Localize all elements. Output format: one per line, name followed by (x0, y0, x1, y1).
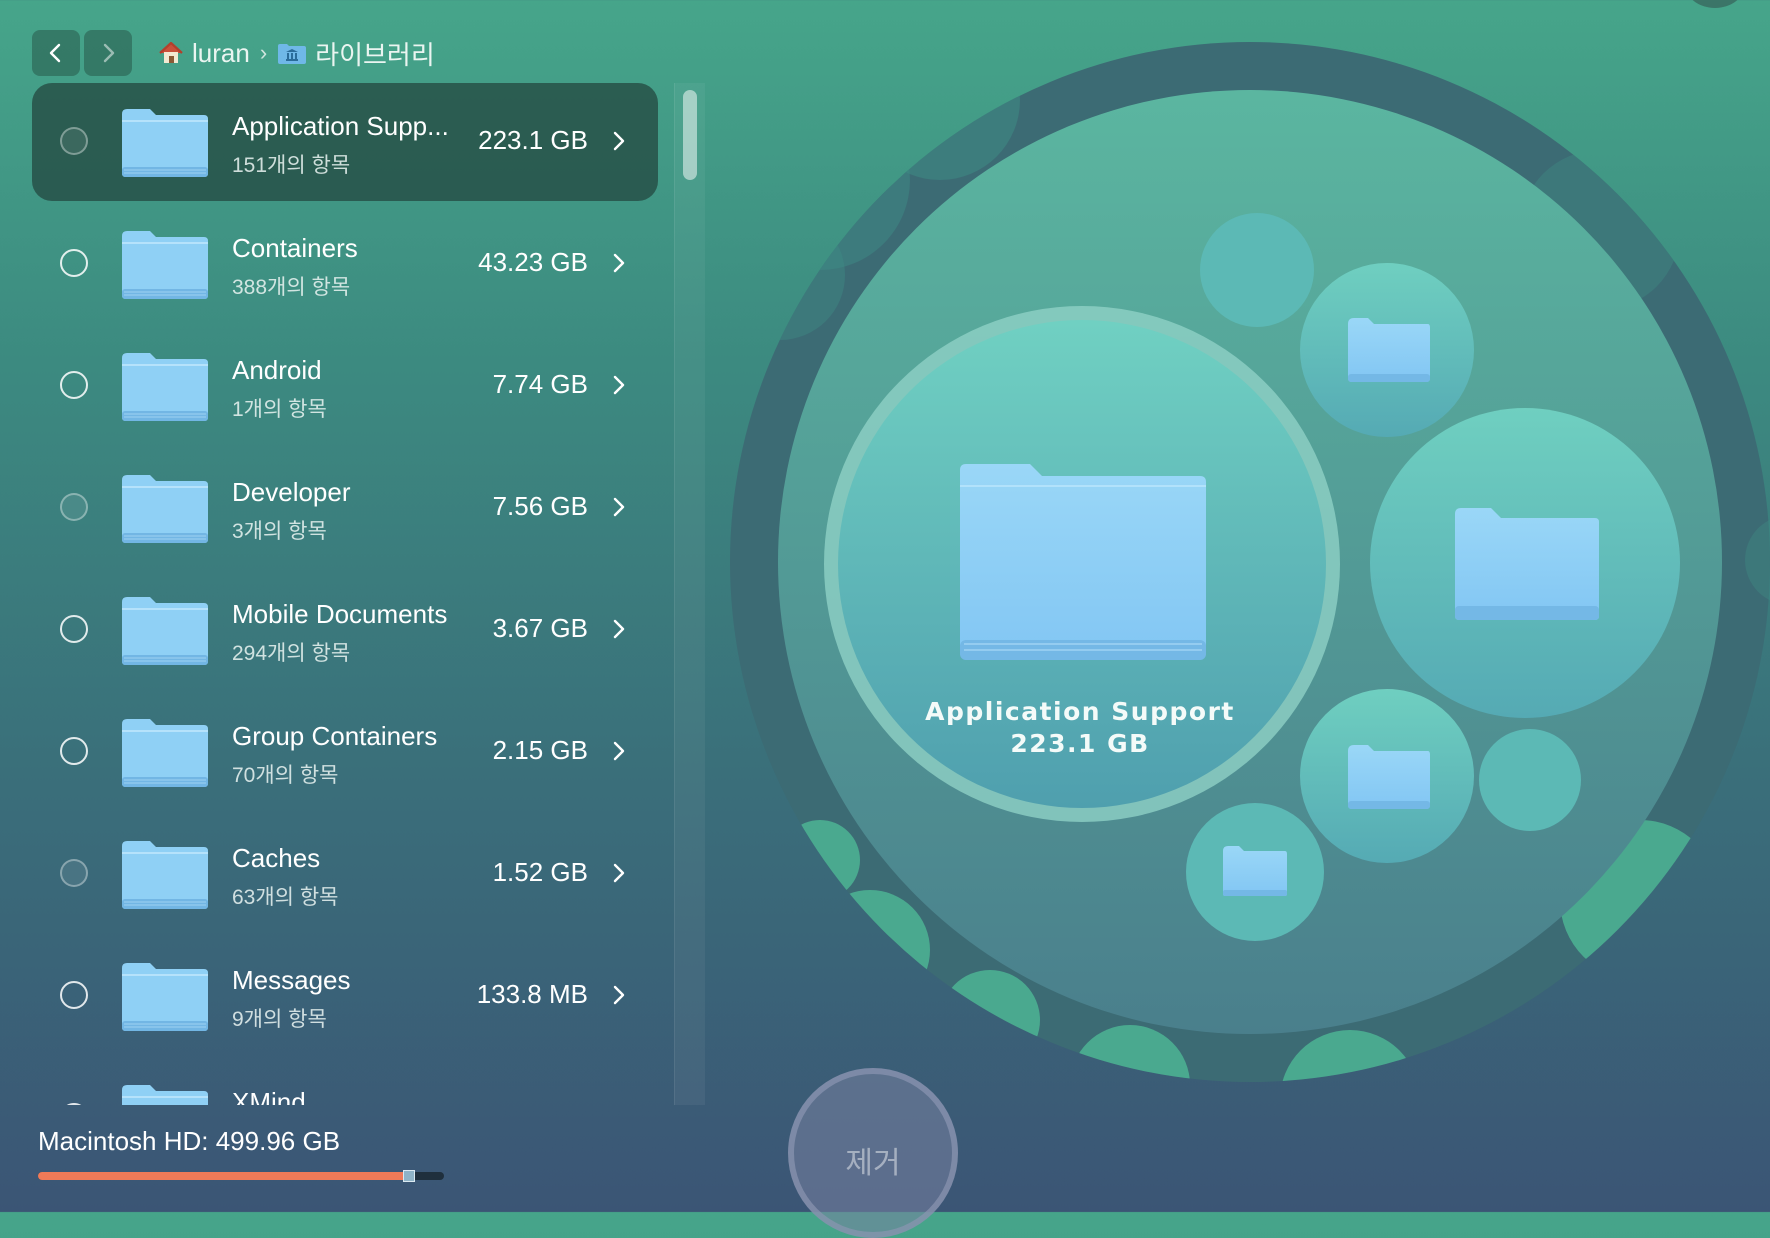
select-radio[interactable] (60, 249, 88, 277)
center-bubble-size: 223.1 GB (1010, 729, 1150, 758)
bubble-small-5[interactable] (1479, 729, 1581, 831)
folder-row[interactable]: Application Supp... 151개의 항목 223.1 GB (32, 83, 658, 201)
chevron-right-icon[interactable] (612, 373, 626, 397)
folder-row[interactable]: Group Containers 70개의 항목 2.15 GB (32, 693, 658, 811)
folder-icon (122, 1085, 208, 1105)
folder-icon (122, 719, 208, 787)
folder-size: 7.74 GB (492, 369, 588, 399)
folder-size: 1.52 GB (492, 857, 588, 887)
folder-icon (122, 231, 208, 299)
edge-bubble (1745, 519, 1770, 601)
folder-name: Developer (232, 477, 351, 507)
folder-item-count: 63개의 항목 (232, 886, 339, 909)
chevron-right-icon[interactable] (612, 739, 626, 763)
chevron-right-icon[interactable] (612, 861, 626, 885)
folder-item-count: 3개의 항목 (232, 520, 327, 543)
folder-row[interactable]: Developer 3개의 항목 7.56 GB (32, 449, 658, 567)
chevron-left-icon (49, 43, 61, 63)
bubble-folder-3[interactable] (1370, 408, 1680, 718)
folder-item-count: 388개의 항목 (232, 276, 351, 299)
bubble-folder-2[interactable] (1300, 263, 1474, 437)
folder-row[interactable]: Android 1개의 항목 7.74 GB (32, 327, 658, 445)
breadcrumb-separator: › (259, 40, 268, 65)
forward-button[interactable] (84, 30, 132, 76)
center-bubble-label: Application Support 223.1 GB (880, 696, 1280, 760)
folder-icon (122, 475, 208, 543)
folder-item-count: 1개의 항목 (232, 398, 327, 421)
select-radio[interactable] (60, 615, 88, 643)
folder-name: Group Containers (232, 721, 438, 751)
folder-item-count: 9개의 항목 (232, 1008, 327, 1031)
folder-icon (122, 353, 208, 421)
breadcrumb: luran › 라이브러리 (158, 35, 435, 72)
center-folder-icon (960, 464, 1206, 660)
folder-name: Application Supp... (232, 111, 449, 141)
back-button[interactable] (32, 30, 80, 76)
bubble-folder-6[interactable] (1186, 803, 1324, 941)
folder-row[interactable]: XMind (32, 1059, 658, 1105)
folder-icon (1223, 846, 1287, 896)
chevron-right-icon[interactable] (612, 251, 626, 275)
folder-list: Application Supp... 151개의 항목 223.1 GB Conta… (32, 83, 658, 1105)
select-radio[interactable] (60, 371, 88, 399)
breadcrumb-item-home[interactable]: luran (192, 38, 250, 69)
remove-button[interactable]: 제거 (788, 1068, 958, 1238)
disk-label: Macintosh HD: 499.96 GB (38, 1126, 341, 1156)
folder-name: Android (232, 355, 322, 385)
folder-icon (1348, 745, 1430, 809)
folder-item-count: 151개의 항목 (232, 154, 351, 177)
folder-item-count: 70개의 항목 (232, 764, 339, 787)
library-folder-icon (278, 44, 307, 64)
folder-name: Caches (232, 843, 321, 873)
disk-usage-marker (403, 1170, 416, 1182)
disk-usage-bar (38, 1172, 444, 1180)
select-radio[interactable] (60, 981, 88, 1009)
folder-icon (122, 963, 208, 1031)
select-radio[interactable] (60, 737, 88, 765)
scrollbar-thumb[interactable] (683, 90, 697, 180)
folder-row[interactable]: Messages 9개의 항목 133.8 MB (32, 937, 658, 1055)
folder-name: XMind (232, 1087, 306, 1105)
breadcrumb-item-library[interactable]: 라이브러리 (315, 35, 435, 72)
folder-row[interactable]: Containers 388개의 항목 43.23 GB (32, 205, 658, 323)
select-radio[interactable] (60, 1103, 88, 1105)
folder-name: Mobile Documents (232, 599, 448, 629)
home-icon (159, 41, 183, 63)
select-radio[interactable] (60, 127, 88, 155)
bubble-folder-4[interactable] (1300, 689, 1474, 863)
chevron-right-icon[interactable] (612, 495, 626, 519)
window-corner-control (1685, 0, 1745, 8)
chevron-right-icon[interactable] (612, 983, 626, 1007)
navigation-bar: luran › 라이브러리 (32, 30, 435, 76)
folder-name: Messages (232, 965, 351, 995)
scrollbar-track[interactable] (674, 83, 705, 1105)
folder-size: 133.8 MB (476, 979, 588, 1009)
folder-row[interactable]: Mobile Documents 294개의 항목 3.67 GB (32, 571, 658, 689)
disk-usage-fill (38, 1172, 408, 1180)
outer-ring (730, 42, 1770, 1082)
folder-icon (122, 841, 208, 909)
folder-icon (1455, 508, 1599, 620)
folder-size: 43.23 GB (478, 247, 588, 277)
folder-size: 3.67 GB (492, 613, 588, 643)
folder-size: 7.56 GB (492, 491, 588, 521)
chevron-right-icon[interactable] (612, 129, 626, 153)
folder-icon (1348, 318, 1430, 382)
folder-icon (122, 597, 208, 665)
folder-row[interactable]: Caches 63개의 항목 1.52 GB (32, 815, 658, 933)
chevron-right-icon (103, 43, 115, 63)
folder-item-count: 294개의 항목 (232, 642, 351, 665)
folder-name: Containers (232, 233, 358, 263)
bubble-small-1[interactable] (1200, 213, 1314, 327)
select-radio[interactable] (60, 493, 88, 521)
inner-disc (778, 90, 1722, 1034)
folder-size: 223.1 GB (478, 125, 588, 155)
folder-icon (122, 109, 208, 177)
folder-size: 2.15 GB (492, 735, 588, 765)
select-radio[interactable] (60, 859, 88, 887)
center-bubble-name: Application Support (925, 697, 1235, 726)
chevron-right-icon[interactable] (612, 617, 626, 641)
